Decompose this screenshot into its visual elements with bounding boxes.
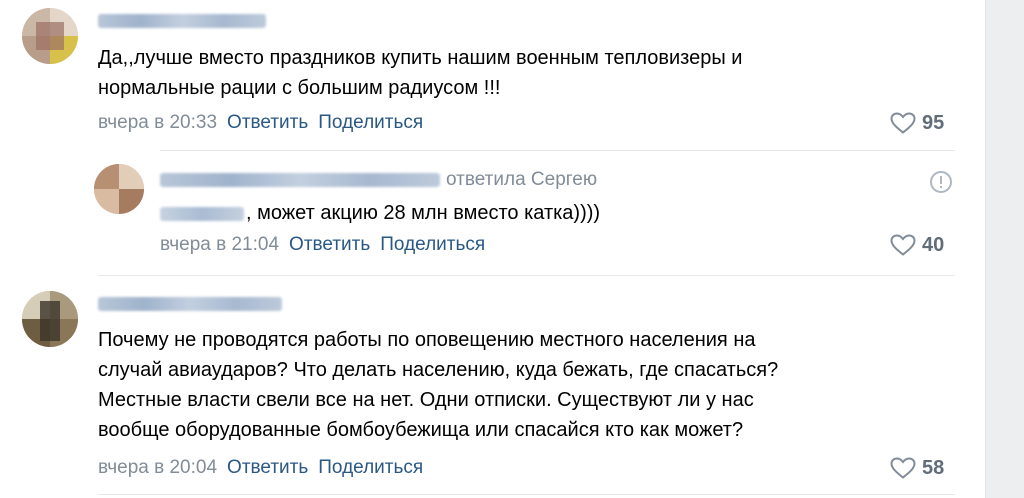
divider	[98, 494, 955, 495]
like-button[interactable]: 95	[890, 111, 944, 135]
heart-icon	[890, 112, 916, 134]
comment-meta: вчера в 20:33 Ответить Поделиться	[98, 111, 423, 135]
avatar[interactable]	[22, 291, 78, 347]
comment-time[interactable]: вчера в 20:04	[98, 457, 217, 478]
comment-meta: вчера в 21:04 Ответить Поделиться	[160, 233, 485, 257]
reply-button[interactable]: Ответить	[227, 112, 308, 133]
comment-time[interactable]: вчера в 21:04	[160, 234, 279, 255]
like-button[interactable]: 58	[890, 456, 944, 480]
report-icon[interactable]	[929, 170, 953, 199]
addressee-name-blurred[interactable]	[160, 207, 244, 221]
comment-text-line: Да,,лучше вместо праздников купить нашим…	[98, 47, 743, 69]
comment-time[interactable]: вчера в 20:33	[98, 112, 217, 133]
divider	[98, 275, 955, 276]
like-button[interactable]: 40	[890, 233, 944, 257]
comment-text-line: вообще оборудованные бомбоубежища или сп…	[98, 419, 744, 441]
share-button[interactable]: Поделиться	[380, 234, 485, 255]
like-count: 58	[922, 457, 945, 479]
share-button[interactable]: Поделиться	[318, 112, 423, 133]
author-name-blurred[interactable]	[98, 297, 282, 311]
reply-button[interactable]: Ответить	[227, 457, 308, 478]
replied-to-label[interactable]: ответила Сергею	[446, 168, 597, 192]
avatar[interactable]	[94, 164, 144, 214]
divider	[160, 150, 955, 151]
comment-meta: вчера в 20:04 Ответить Поделиться	[98, 456, 423, 480]
page-side-gutter	[985, 0, 1024, 498]
comment-text-line: случай авиаударов? Что делать населению,…	[98, 359, 779, 381]
author-name-blurred[interactable]	[98, 14, 266, 28]
like-count: 40	[922, 234, 945, 256]
avatar[interactable]	[22, 8, 78, 64]
comment-text: , может акцию 28 млн вместо катка))))	[246, 202, 601, 224]
comment-text-line: Местные власти свели все на нет. Одни от…	[98, 389, 754, 411]
comment-text-line: Почему не проводятся работы по оповещени…	[98, 329, 756, 351]
heart-icon	[890, 457, 916, 479]
author-name-blurred[interactable]	[160, 173, 440, 187]
heart-icon	[890, 234, 916, 256]
comment-text-line: нормальные рации с большим радиусом !!!	[98, 77, 501, 99]
reply-button[interactable]: Ответить	[289, 234, 370, 255]
like-count: 95	[922, 112, 945, 134]
share-button[interactable]: Поделиться	[318, 457, 423, 478]
